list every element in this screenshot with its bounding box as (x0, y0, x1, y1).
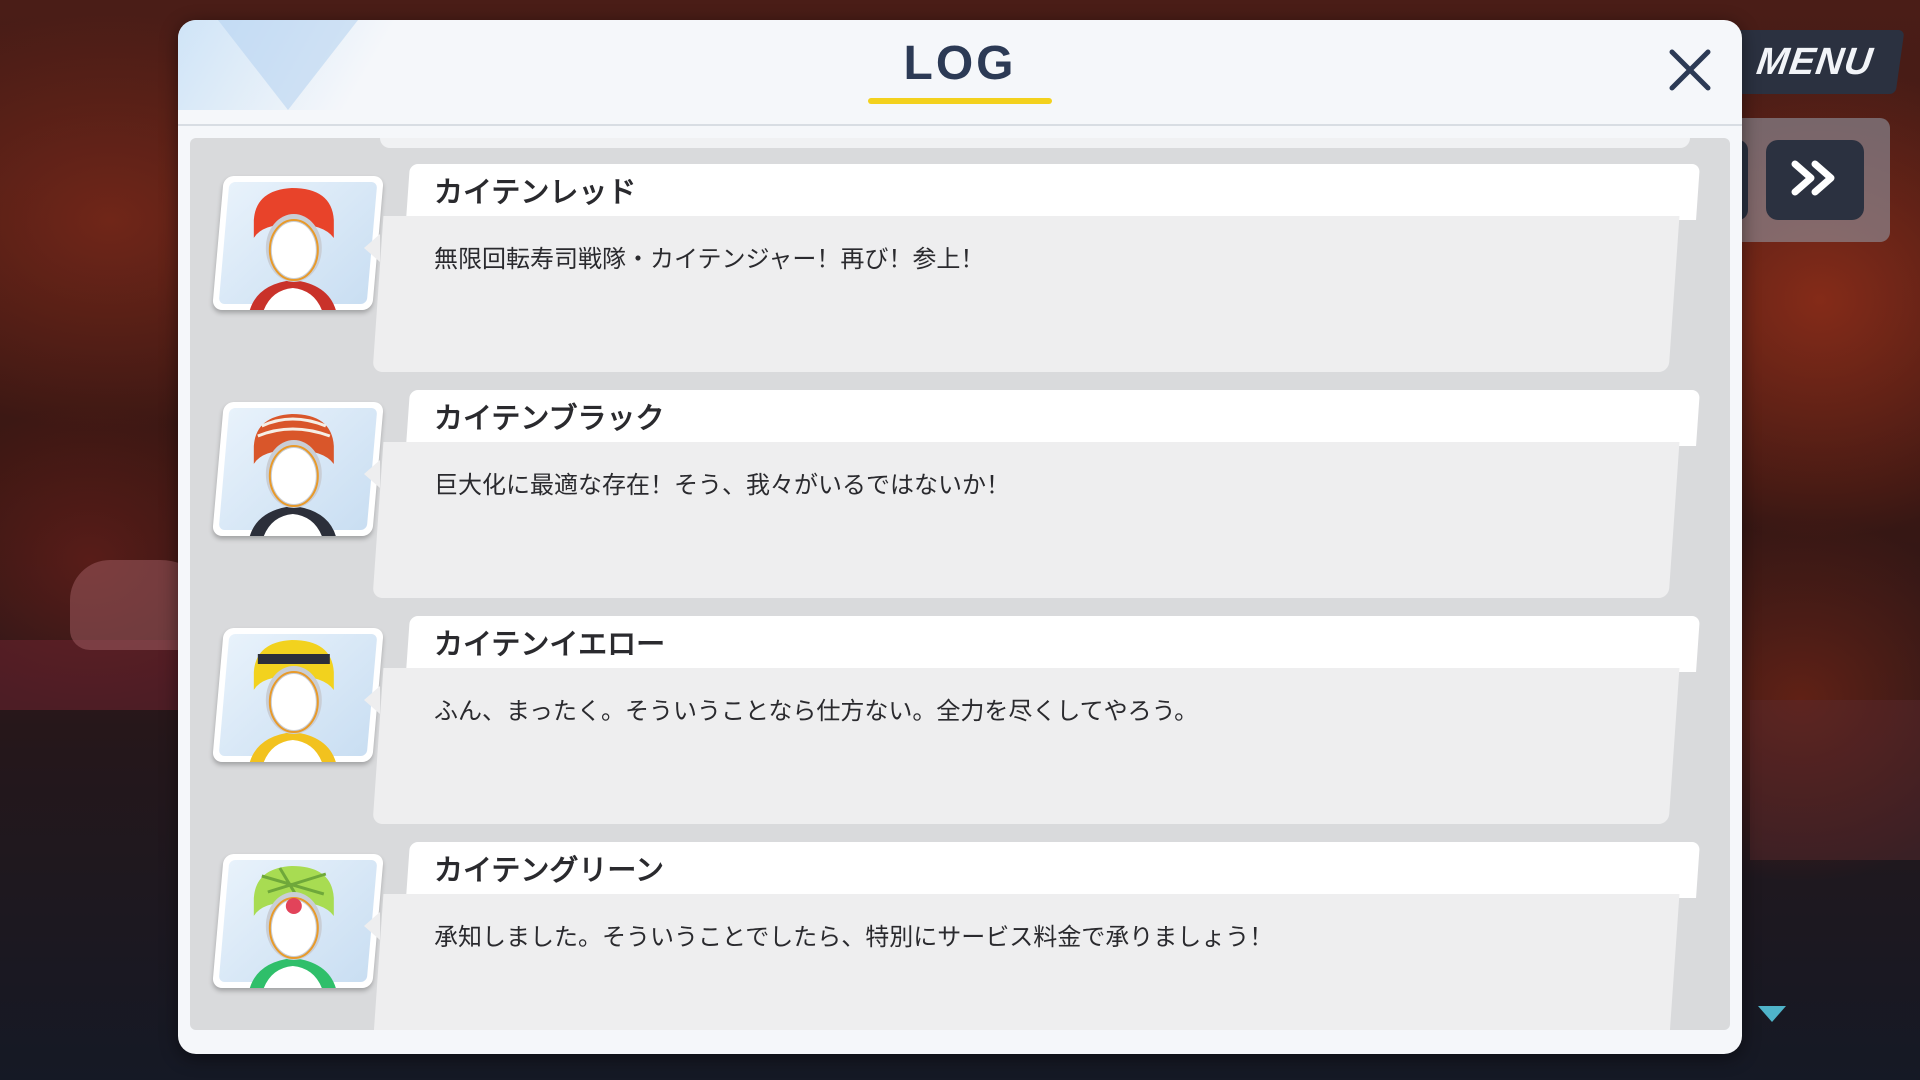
log-entry: カイテンブラック 巨大化に最適な存在！そう、我々がいるではないか！ (190, 390, 1730, 606)
fast-forward-icon (1787, 158, 1843, 202)
dialogue-text: 承知しました。そういうことでしたら、特別にサービス料金で承りましょう！ (434, 923, 1274, 951)
dialogue-bubble: カイテンブラック 巨大化に最適な存在！そう、我々がいるではないか！ (364, 390, 1700, 606)
close-icon (1666, 46, 1714, 98)
log-entry: カイテングリーン 承知しました。そういうことでしたら、特別にサービス料金で承りま… (190, 842, 1730, 1030)
title-underline (868, 98, 1052, 104)
background-sign (0, 640, 190, 710)
text-panel (372, 668, 1680, 824)
background-building (1750, 700, 1920, 860)
speaker-name: カイテングリーン (434, 853, 664, 887)
menu-button[interactable]: MENU (1725, 30, 1905, 94)
previous-entry-edge (380, 138, 1690, 148)
text-panel (372, 894, 1680, 1030)
speaker-name: カイテンレッド (434, 175, 637, 209)
log-entry: カイテンイエロー ふん、まったく。そういうことなら仕方ない。全力を尽くしてやろう… (190, 616, 1730, 832)
helmet-avatar (249, 640, 336, 762)
log-title: LOG (903, 37, 1017, 90)
bubble-pointer (364, 234, 380, 262)
character-portrait (212, 628, 384, 762)
helmet-avatar (249, 414, 336, 536)
log-entry: カイテンレッド 無限回転寿司戦隊・カイテンジャー！再び！参上！ (190, 164, 1730, 380)
log-dialog: LOG カイテンレッド 無限回転寿司戦隊・カイテンジャー！再び！参上！ カイテン… (178, 20, 1742, 1054)
character-portrait (212, 402, 384, 536)
dialogue-bubble: カイテンレッド 無限回転寿司戦隊・カイテンジャー！再び！参上！ (364, 164, 1700, 380)
text-panel (372, 216, 1680, 372)
character-portrait (212, 854, 384, 988)
helmet-avatar (249, 188, 336, 310)
speaker-name: カイテンイエロー (434, 627, 666, 661)
bubble-pointer (364, 912, 380, 940)
bubble-pointer (364, 686, 380, 714)
dialogue-bubble: カイテンイエロー ふん、まったく。そういうことなら仕方ない。全力を尽くしてやろう… (364, 616, 1700, 832)
dialogue-bubble: カイテングリーン 承知しました。そういうことでしたら、特別にサービス料金で承りま… (364, 842, 1700, 1030)
close-button[interactable] (1656, 38, 1724, 106)
log-list[interactable]: カイテンレッド 無限回転寿司戦隊・カイテンジャー！再び！参上！ カイテンブラック… (190, 138, 1730, 1030)
dialogue-text: 巨大化に最適な存在！そう、我々がいるではないか！ (434, 471, 1010, 499)
speaker-name: カイテンブラック (434, 401, 665, 435)
helmet-avatar (249, 866, 336, 988)
header-divider (178, 124, 1742, 126)
dialogue-text: 無限回転寿司戦隊・カイテンジャー！再び！参上！ (434, 245, 985, 273)
menu-button-label: MENU (1754, 40, 1876, 83)
chevron-down-icon[interactable] (1758, 1006, 1786, 1022)
text-panel (372, 442, 1680, 598)
skip-button[interactable] (1766, 140, 1864, 220)
dialogue-text: ふん、まったく。そういうことなら仕方ない。全力を尽くしてやろう。 (434, 697, 1199, 725)
log-header: LOG (178, 20, 1742, 108)
bubble-pointer (364, 460, 380, 488)
character-portrait (212, 176, 384, 310)
